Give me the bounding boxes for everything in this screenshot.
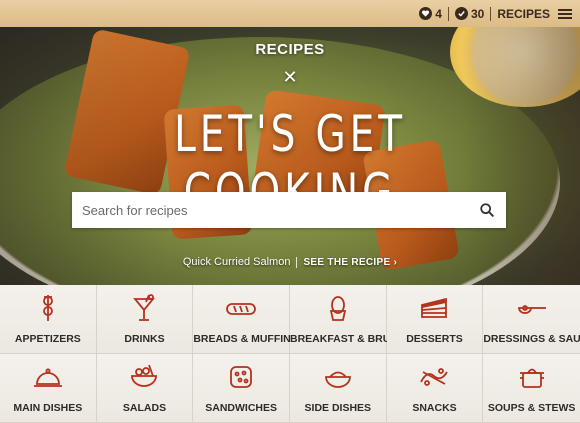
category-soups-stews[interactable]: SOUPS & STEWS (483, 354, 580, 423)
category-label: APPETIZERS (14, 333, 81, 345)
ladle-icon (517, 305, 546, 314)
egg-icon (329, 296, 346, 321)
search-input[interactable] (82, 202, 478, 218)
checked-count: 30 (470, 6, 485, 21)
category-breads-muffins[interactable]: BREADS & MUFFINS (193, 285, 298, 354)
cake-icon (421, 297, 448, 318)
cloche-icon (33, 368, 62, 387)
salad-bowl-icon (131, 364, 158, 387)
sandwich-icon (230, 366, 253, 388)
favorites-counter[interactable]: 4 (413, 6, 449, 21)
favorites-count: 4 (435, 6, 442, 21)
category-label: BREAKFAST & BRUNCH (289, 333, 414, 345)
category-label: SALADS (122, 402, 167, 414)
category-label: MAIN DISHES (13, 402, 83, 414)
hamburger-menu-icon[interactable] (558, 8, 572, 19)
category-label: DESSERTS (406, 333, 463, 345)
category-appetizers[interactable]: APPETIZERS (0, 285, 97, 354)
category-dressings-sauces[interactable]: DRESSINGS & SAUCES (483, 285, 580, 354)
heart-icon (419, 7, 433, 20)
recipes-menu[interactable]: RECIPES (491, 7, 572, 21)
search-bar (72, 192, 506, 228)
featured-recipe-name: Quick Curried Salmon (182, 256, 291, 268)
category-label: DRESSINGS & SAUCES (483, 333, 580, 345)
pot-icon (519, 368, 544, 388)
category-label: SOUPS & STEWS (487, 402, 576, 414)
bowl-icon (324, 371, 351, 388)
category-snacks[interactable]: SNACKS (386, 354, 484, 423)
see-recipe-link[interactable]: SEE THE RECIPE › (303, 257, 397, 268)
hero-banner: RECIPES ✕ LET'S GET COOKING Quick Currie… (0, 27, 580, 285)
category-side-dishes[interactable]: SIDE DISHES (289, 354, 387, 423)
skewer-icon (42, 295, 53, 321)
category-label: SIDE DISHES (304, 402, 372, 414)
category-grid: APPETIZERS DRINKS BREADS & MUFFINS BREAK… (0, 285, 580, 423)
hero-divider: ✕ (282, 67, 298, 87)
category-salads[interactable]: SALADS (96, 354, 194, 423)
category-breakfast-brunch[interactable]: BREAKFAST & BRUNCH (289, 285, 414, 354)
bread-icon (226, 303, 257, 315)
cocktail-icon (133, 294, 156, 321)
checkmark-icon (454, 7, 468, 20)
featured-recipe-caption: Quick Curried Salmon SEE THE RECIPE › (0, 256, 580, 268)
caption-separator (296, 256, 298, 268)
category-label: BREADS & MUFFINS (193, 333, 298, 345)
category-drinks[interactable]: DRINKS (96, 285, 194, 354)
pretzel-icon (420, 368, 449, 386)
search-icon[interactable] (478, 201, 496, 219)
category-main-dishes[interactable]: MAIN DISHES (0, 354, 97, 423)
category-sandwiches[interactable]: SANDWICHES (193, 354, 290, 423)
category-label: SANDWICHES (205, 402, 278, 414)
top-bar: 4 30 RECIPES (0, 0, 580, 27)
category-label: SNACKS (412, 402, 457, 414)
section-label: RECIPES (497, 6, 550, 21)
category-label: DRINKS (124, 333, 165, 345)
checked-counter[interactable]: 30 (449, 6, 492, 21)
hero-kicker: RECIPES (255, 41, 325, 58)
category-desserts[interactable]: DESSERTS (386, 285, 484, 354)
